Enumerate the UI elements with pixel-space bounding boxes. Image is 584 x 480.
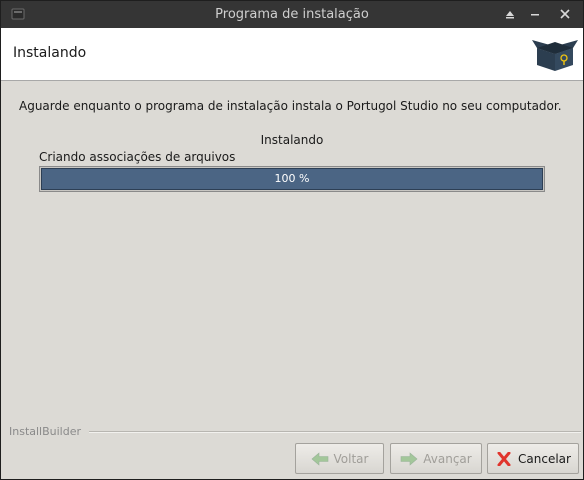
brand-label: InstallBuilder <box>9 425 82 438</box>
back-button[interactable]: Voltar <box>295 443 384 474</box>
close-icon[interactable] <box>557 6 573 22</box>
cancel-button[interactable]: Cancelar <box>487 443 579 474</box>
footer-divider <box>89 431 581 433</box>
back-arrow-icon <box>311 451 328 466</box>
maximize-icon[interactable] <box>502 6 518 22</box>
box-icon <box>532 40 578 71</box>
page-header: Instalando <box>1 28 583 81</box>
title-bar[interactable]: Programa de instalação <box>1 1 583 28</box>
task-label: Criando associações de arquivos <box>39 150 236 164</box>
installer-window: Programa de instalação Instalando Aguard… <box>0 0 584 480</box>
next-button[interactable]: Avançar <box>390 443 482 474</box>
progress-bar: 100 % <box>39 166 545 192</box>
status-label: Instalando <box>260 133 324 147</box>
window-title: Programa de instalação <box>215 7 369 22</box>
minimize-icon[interactable] <box>527 6 543 22</box>
cancel-x-icon <box>497 451 511 466</box>
cancel-button-label: Cancelar <box>518 451 571 466</box>
progress-text: 100 % <box>274 172 310 185</box>
next-button-label: Avançar <box>423 451 472 466</box>
next-arrow-icon <box>400 451 418 466</box>
back-button-label: Voltar <box>333 451 369 466</box>
install-description: Aguarde enquanto o programa de instalaçã… <box>19 99 562 113</box>
page-title: Instalando <box>13 45 87 61</box>
